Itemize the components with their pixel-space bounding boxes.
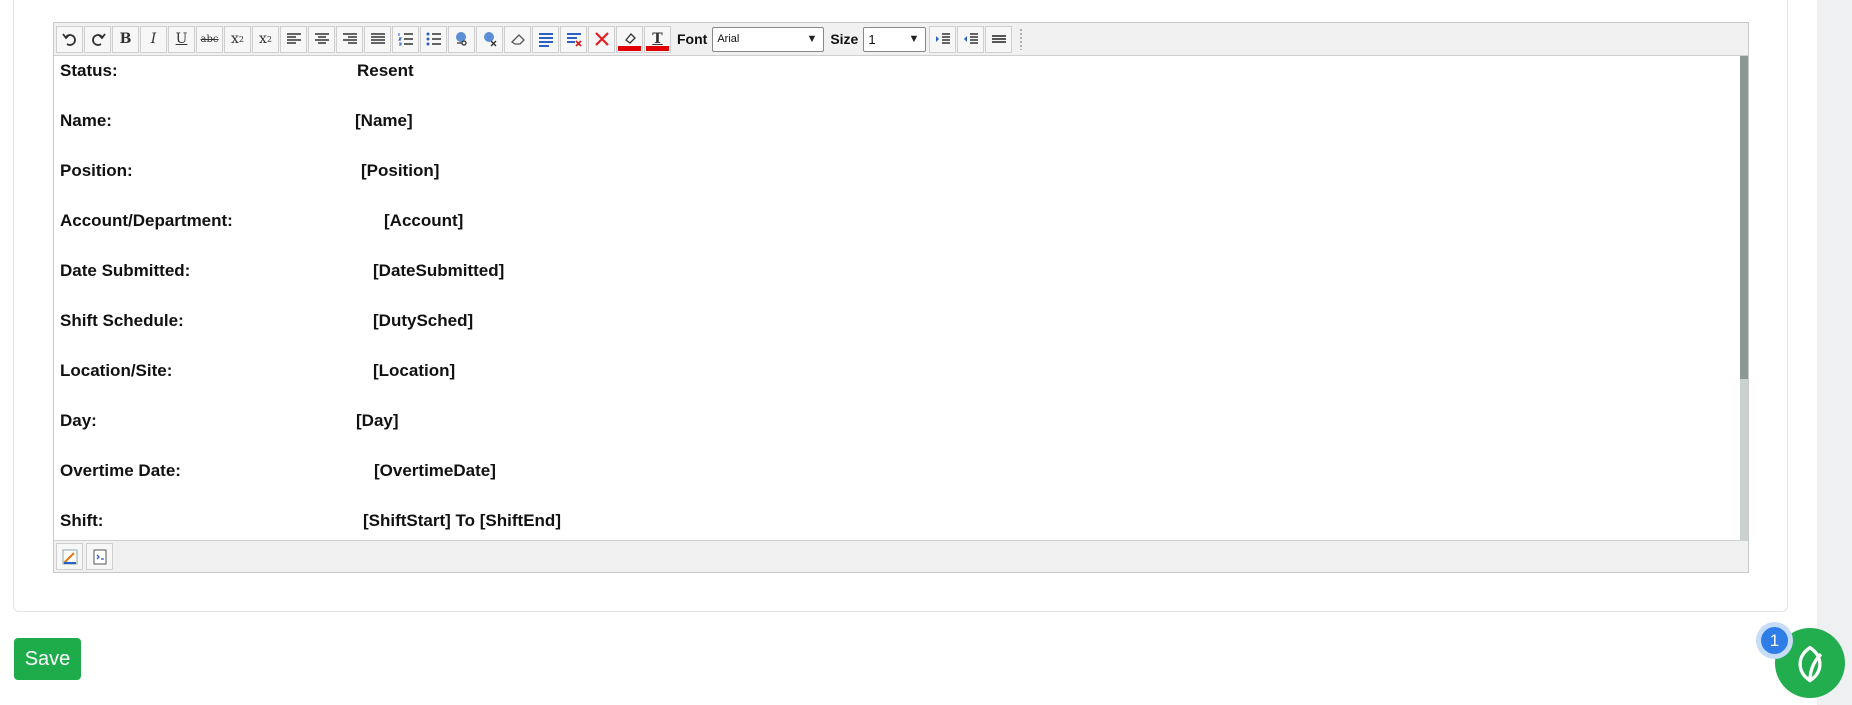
field-row-shift: Shift: [ShiftStart] To [ShiftEnd] — [57, 506, 1740, 542]
insert-link-icon[interactable] — [448, 25, 475, 53]
eraser-icon[interactable] — [504, 25, 531, 53]
scrollbar-thumb[interactable] — [1740, 56, 1748, 379]
field-row-status: Status: Resent — [57, 56, 1740, 106]
highlight-color-icon[interactable] — [616, 25, 643, 53]
field-value: [Name] — [355, 111, 413, 130]
indent-icon[interactable] — [929, 25, 957, 53]
undo-icon[interactable] — [56, 25, 83, 53]
field-value: [Account] — [384, 211, 464, 230]
save-button[interactable]: Save — [14, 638, 81, 680]
notification-badge[interactable]: 1 — [1756, 622, 1793, 659]
bold-icon[interactable]: B — [112, 25, 139, 53]
editor-toolbar: B I U abc x2 x2 T Font Arial ▼ Size 1 ▼ — [54, 23, 1748, 56]
field-label: Position: — [60, 161, 133, 180]
field-label: Location/Site: — [60, 361, 173, 380]
field-label: Shift Schedule: — [60, 311, 184, 330]
font-select-value: Arial — [717, 33, 740, 45]
horizontal-rule-icon[interactable] — [985, 25, 1013, 53]
field-value: [DateSubmitted] — [373, 261, 505, 280]
field-row-account: Account/Department: [Account] — [57, 206, 1740, 256]
field-value: [ShiftStart] To [ShiftEnd] — [363, 511, 561, 530]
field-row-shift-schedule: Shift Schedule: [DutySched] — [57, 306, 1740, 356]
field-row-date-submitted: Date Submitted: [DateSubmitted] — [57, 256, 1740, 306]
editor-scrollbar[interactable] — [1740, 56, 1748, 542]
html-source-icon[interactable] — [86, 543, 113, 570]
field-label: Name: — [60, 111, 112, 130]
field-row-overtime-date: Overtime Date: [OvertimeDate] — [57, 456, 1740, 506]
editor-content[interactable]: Status: Resent Name: [Name] Position: [P… — [54, 56, 1740, 542]
font-label: Font — [677, 31, 708, 47]
strikethrough-icon[interactable]: abc — [196, 25, 223, 53]
align-justify-icon[interactable] — [364, 25, 391, 53]
chevron-down-icon: ▼ — [806, 33, 818, 45]
field-row-name: Name: [Name] — [57, 106, 1740, 156]
redo-icon[interactable] — [84, 25, 111, 53]
align-center-icon[interactable] — [308, 25, 335, 53]
rich-text-editor: B I U abc x2 x2 T Font Arial ▼ Size 1 ▼ … — [53, 22, 1749, 573]
remove-format-icon[interactable] — [560, 25, 587, 53]
toolbar-grip[interactable] — [1019, 28, 1024, 50]
field-label: Day: — [60, 411, 97, 430]
field-value: Resent — [357, 61, 414, 80]
superscript-icon[interactable]: x2 — [252, 25, 279, 53]
align-right-icon[interactable] — [336, 25, 363, 53]
size-select[interactable]: 1 ▼ — [863, 26, 927, 52]
text-color-icon[interactable]: T — [644, 25, 671, 53]
chevron-down-icon: ▼ — [908, 33, 920, 45]
unordered-list-icon[interactable] — [420, 25, 447, 53]
field-row-position: Position: [Position] — [57, 156, 1740, 206]
field-row-location: Location/Site: [Location] — [57, 356, 1740, 406]
field-value: [Position] — [361, 161, 440, 180]
delete-icon[interactable] — [588, 25, 615, 53]
field-label: Shift: — [60, 511, 104, 530]
italic-icon[interactable]: I — [140, 25, 167, 53]
editor-mode-bar — [54, 540, 1748, 572]
font-select[interactable]: Arial ▼ — [712, 26, 825, 52]
outdent-icon[interactable] — [957, 25, 985, 53]
field-value: [Day] — [356, 411, 399, 430]
field-label: Overtime Date: — [60, 461, 181, 480]
chat-leaf-icon — [1798, 645, 1823, 683]
size-label: Size — [830, 31, 859, 47]
field-value: [DutySched] — [373, 311, 474, 330]
align-left-icon[interactable] — [280, 25, 307, 53]
page-right-gutter — [1817, 0, 1852, 705]
underline-icon[interactable]: U — [168, 25, 195, 53]
field-value: [OvertimeDate] — [374, 461, 496, 480]
field-label: Account/Department: — [60, 211, 233, 230]
field-value: [Location] — [373, 361, 456, 380]
field-label: Status: — [60, 61, 118, 80]
notification-count: 1 — [1761, 627, 1788, 654]
select-all-icon[interactable] — [532, 25, 559, 53]
subscript-icon[interactable]: x2 — [224, 25, 251, 53]
field-label: Date Submitted: — [60, 261, 191, 280]
design-mode-icon[interactable] — [56, 543, 83, 570]
remove-link-icon[interactable] — [476, 25, 503, 53]
field-row-day: Day: [Day] — [57, 406, 1740, 456]
size-select-value: 1 — [868, 31, 876, 47]
ordered-list-icon[interactable] — [392, 25, 419, 53]
